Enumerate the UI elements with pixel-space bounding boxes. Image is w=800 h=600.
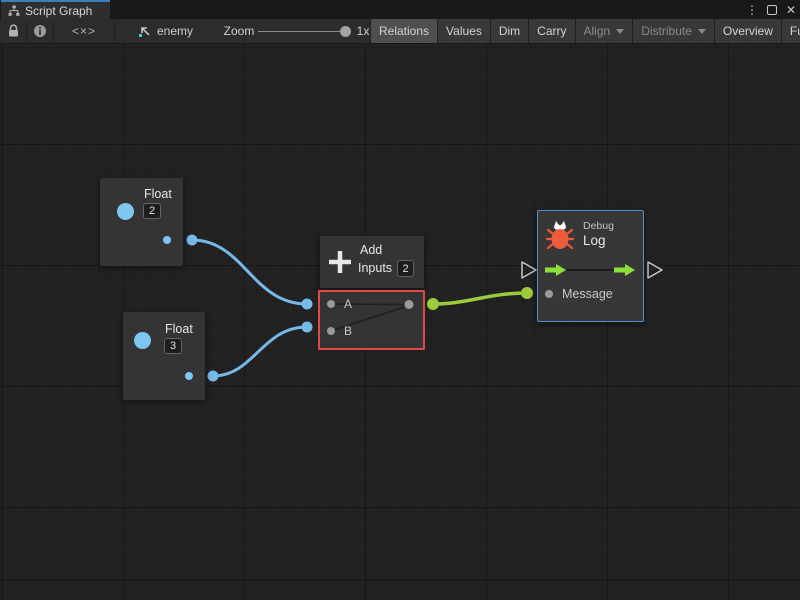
- add-node-ports-highlighted[interactable]: A B: [318, 290, 425, 350]
- graph-breadcrumb[interactable]: enemy: [138, 19, 193, 43]
- node-title: Log: [583, 233, 606, 248]
- output-port-sum[interactable]: [405, 300, 414, 309]
- dropdown-arrow-icon: [616, 29, 624, 34]
- add-inputs-count-field[interactable]: 2: [397, 260, 414, 277]
- code-icon: <×>: [72, 24, 96, 38]
- window-title-bar: Script Graph ⋮ ✕: [0, 0, 800, 19]
- flow-relation-line: [566, 269, 616, 271]
- port-label-message: Message: [562, 287, 613, 301]
- float-value-field[interactable]: 3: [164, 338, 182, 354]
- connection-dot[interactable]: [208, 371, 219, 382]
- code-view-toggle[interactable]: <×>: [54, 19, 114, 43]
- output-port[interactable]: [185, 372, 193, 380]
- debug-log-node-selected[interactable]: Debug Log Message: [537, 210, 644, 322]
- carry-button[interactable]: Carry: [528, 19, 574, 43]
- float-value-icon: [117, 203, 134, 220]
- input-port-b[interactable]: [327, 327, 335, 335]
- lock-icon: [7, 24, 20, 38]
- float-node-1[interactable]: Float 2: [100, 178, 183, 266]
- node-title: Float: [165, 322, 193, 336]
- connection-dot[interactable]: [427, 298, 439, 310]
- lock-button[interactable]: [0, 19, 26, 43]
- graph-canvas[interactable]: Float 2 Float 3 Add Inputs 2 A B: [0, 44, 800, 600]
- float-value-field[interactable]: 2: [143, 203, 161, 219]
- connection-dot[interactable]: [302, 322, 313, 333]
- input-port-a[interactable]: [327, 300, 335, 308]
- port-label-a: A: [344, 297, 352, 311]
- flow-input-triangle-icon[interactable]: [522, 262, 536, 278]
- bug-icon: [546, 219, 574, 251]
- float-node-2[interactable]: Float 3: [123, 312, 205, 400]
- output-port[interactable]: [163, 236, 171, 244]
- window-maximize-icon[interactable]: [767, 5, 777, 15]
- info-icon: [33, 24, 47, 38]
- overview-button[interactable]: Overview: [714, 19, 781, 43]
- align-dropdown[interactable]: Align: [575, 19, 633, 43]
- flow-in-arrow-icon[interactable]: [545, 264, 566, 276]
- tab-script-graph[interactable]: Script Graph: [1, 0, 110, 19]
- graph-toolbar: <×> enemy Zoom 1x Relations Values Dim C…: [0, 19, 800, 44]
- node-title: Float: [144, 187, 172, 201]
- float-value-icon: [134, 332, 151, 349]
- connection-dot[interactable]: [187, 235, 198, 246]
- zoom-label: Zoom: [222, 19, 256, 43]
- flow-out-arrow-icon[interactable]: [614, 264, 635, 276]
- node-subtitle: Debug: [583, 220, 614, 232]
- values-button[interactable]: Values: [437, 19, 490, 43]
- add-node-header[interactable]: Add Inputs 2: [320, 236, 424, 288]
- wire-add-to-debug-message[interactable]: [433, 293, 527, 304]
- wire-float3-to-add-b[interactable]: [213, 327, 307, 376]
- graph-name-label: enemy: [157, 24, 193, 38]
- add-node-relations: [320, 292, 423, 348]
- port-label-b: B: [344, 324, 352, 338]
- dim-button[interactable]: Dim: [490, 19, 528, 43]
- flow-output-triangle-icon[interactable]: [648, 262, 662, 278]
- relations-button[interactable]: Relations: [370, 19, 437, 43]
- window-menu-icon[interactable]: ⋮: [746, 4, 758, 16]
- message-input-port[interactable]: [545, 290, 553, 298]
- distribute-dropdown[interactable]: Distribute: [632, 19, 714, 43]
- connection-dot[interactable]: [302, 299, 313, 310]
- node-subtitle: Inputs: [358, 261, 392, 275]
- node-title: Add: [360, 243, 382, 257]
- tab-title: Script Graph: [25, 4, 92, 18]
- wire-float2-to-add-a[interactable]: [192, 240, 307, 304]
- zoom-slider-knob[interactable]: [340, 26, 351, 37]
- info-button[interactable]: [27, 19, 53, 43]
- plus-icon: [327, 249, 353, 275]
- dropdown-arrow-icon: [698, 29, 706, 34]
- zoom-slider-track[interactable]: [258, 31, 342, 32]
- window-close-icon[interactable]: ✕: [786, 4, 796, 16]
- graph-hierarchy-icon: [8, 5, 20, 17]
- graph-pointer-icon: [138, 24, 152, 38]
- connection-dot[interactable]: [521, 287, 533, 299]
- full-screen-button[interactable]: Full Screen: [781, 19, 800, 43]
